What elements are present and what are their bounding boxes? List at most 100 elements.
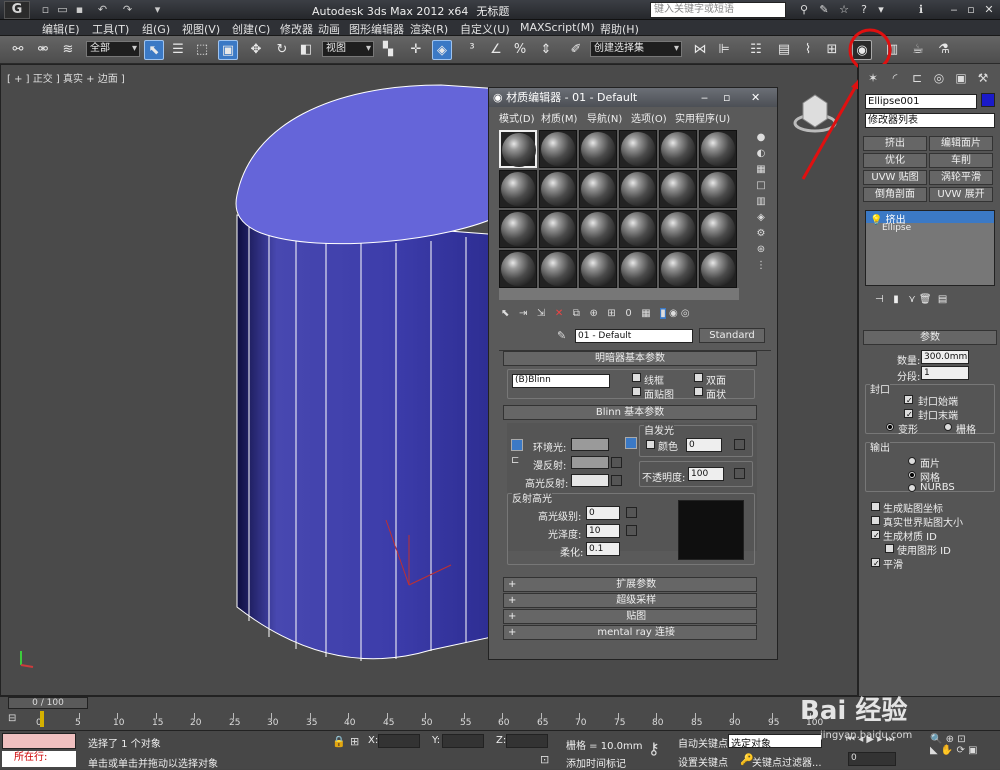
self-illum-map-button[interactable] — [734, 439, 745, 450]
ref-coord-dropdown[interactable]: 视图 — [322, 41, 374, 57]
show-map-icon[interactable]: ▦ — [641, 308, 650, 319]
render-production-icon[interactable]: ⚗ — [934, 40, 954, 60]
maxscript-listener[interactable] — [2, 733, 76, 749]
opacity-field[interactable]: 100 — [688, 467, 724, 481]
edit-named-sel-icon[interactable]: ✐ — [566, 40, 586, 60]
sample-slot[interactable] — [699, 170, 737, 208]
rendered-frame-icon[interactable]: ☕ — [908, 40, 928, 60]
layer-manager-icon[interactable]: ☷ — [746, 40, 766, 60]
field-of-view-icon[interactable]: ◣ — [930, 745, 938, 756]
menu-views[interactable]: 视图(V) — [182, 21, 220, 37]
binoculars-icon[interactable]: ⚲ — [795, 2, 813, 18]
smooth-checkbox[interactable] — [871, 558, 880, 567]
faceted-checkbox[interactable] — [694, 387, 703, 396]
uv-tiling-icon[interactable]: □ — [753, 178, 769, 194]
window-crossing-icon[interactable]: ▣ — [218, 40, 238, 60]
sample-slot[interactable] — [659, 250, 697, 288]
gloss-field[interactable]: 10 — [586, 524, 620, 538]
create-tab-icon[interactable]: ✶ — [863, 68, 883, 88]
shader-type-dropdown[interactable]: (B)Blinn — [512, 374, 610, 388]
shader-rollout-header[interactable]: 明暗器基本参数 — [503, 351, 757, 366]
pick-material-icon[interactable]: ✎ — [557, 329, 566, 342]
modifier-stack[interactable]: 💡 挤出 Ellipse — [865, 210, 995, 286]
remove-modifier-icon[interactable]: 🗑 — [919, 294, 932, 305]
show-end-result-icon[interactable]: ▮ — [893, 294, 899, 305]
app-logo-icon[interactable]: G — [4, 1, 30, 19]
sample-slot[interactable] — [699, 130, 737, 168]
mat-maximize-icon[interactable]: ▫ — [723, 88, 730, 107]
menu-edit[interactable]: 编辑(E) — [42, 21, 80, 37]
unlink-icon[interactable]: ⚮ — [33, 40, 53, 60]
gloss-map-button[interactable] — [626, 525, 637, 536]
mat-minimize-icon[interactable]: ‒ — [701, 88, 708, 107]
save-file-icon[interactable]: ▪ — [72, 3, 87, 17]
light-bulb-icon[interactable]: 💡 — [870, 215, 882, 226]
graphite-toggle-icon[interactable]: ▤ — [774, 40, 794, 60]
sample-slot[interactable] — [499, 210, 537, 248]
diffuse-map-button[interactable] — [611, 457, 622, 468]
max-toggle-icon[interactable]: ▣ — [968, 745, 977, 756]
sample-slot[interactable] — [619, 130, 657, 168]
material-type-button[interactable]: Standard — [699, 328, 765, 343]
stack-item-ellipse[interactable]: Ellipse — [866, 223, 994, 235]
pan-icon[interactable]: ✋ — [941, 745, 953, 756]
params-rollout-header[interactable]: 参数 — [863, 330, 997, 345]
lock-ambient-icon[interactable] — [625, 437, 637, 449]
location-field[interactable]: 所在行: — [2, 751, 76, 767]
wire-checkbox[interactable] — [632, 373, 641, 382]
blinn-rollout-header[interactable]: Blinn 基本参数 — [503, 405, 757, 420]
help-dropdown-icon[interactable]: ▾ — [872, 2, 890, 18]
mat-options-icon[interactable]: ⚙ — [753, 226, 769, 242]
sample-slot[interactable] — [499, 250, 537, 288]
menu-modifiers[interactable]: 修改器 — [280, 21, 313, 37]
spec-level-map-button[interactable] — [626, 507, 637, 518]
make-unique-icon[interactable]: ⋎ — [908, 294, 915, 305]
star-icon[interactable]: ☆ — [835, 2, 853, 18]
sample-slot[interactable] — [539, 210, 577, 248]
material-name-field[interactable]: 01 - Default — [575, 329, 693, 343]
undo-icon[interactable]: ↶ — [95, 3, 110, 17]
angle-snap-icon[interactable]: ∠ — [486, 40, 506, 60]
sample-slot[interactable] — [579, 130, 617, 168]
segments-field[interactable]: 1 — [921, 366, 969, 380]
sample-slot[interactable] — [579, 210, 617, 248]
time-tag-icon[interactable]: ⊡ — [540, 753, 549, 766]
get-material-icon[interactable]: ⬉ — [501, 308, 509, 319]
sample-slot[interactable] — [539, 130, 577, 168]
slots-scrollbar[interactable] — [499, 288, 739, 300]
real-world-checkbox[interactable] — [871, 516, 880, 525]
spinner-snap-icon[interactable]: ⇕ — [536, 40, 556, 60]
mat-close-icon[interactable]: ✕ — [751, 88, 760, 107]
current-frame-field[interactable]: 0 — [848, 752, 896, 766]
specular-swatch[interactable] — [571, 474, 609, 487]
morph-radio[interactable] — [886, 423, 894, 431]
menu-create[interactable]: 创建(C) — [232, 21, 270, 37]
assign-to-selection-icon[interactable]: ⇲ — [537, 308, 545, 319]
set-key-button[interactable]: 设置关键点 — [678, 754, 728, 769]
sample-slot[interactable] — [579, 170, 617, 208]
lock-selection-icon[interactable]: 🔒 — [332, 735, 346, 748]
object-name-field[interactable]: Ellipse001 — [865, 94, 977, 109]
go-to-parent-icon[interactable]: ◉ — [669, 308, 678, 319]
set-key-icon[interactable]: ⚷ — [648, 739, 660, 758]
two-sided-checkbox[interactable] — [694, 373, 703, 382]
menu-group[interactable]: 组(G) — [142, 21, 170, 37]
sample-slot[interactable] — [699, 250, 737, 288]
menu-customize[interactable]: 自定义(U) — [460, 21, 510, 37]
soften-field[interactable]: 0.1 — [586, 542, 620, 556]
sample-slot[interactable] — [539, 250, 577, 288]
x-coord-field[interactable] — [378, 734, 420, 748]
quick-access-dropdown-icon[interactable]: ▾ — [150, 3, 165, 17]
lock-diffuse-specular-icon[interactable]: ⊏ — [511, 455, 523, 467]
mod-btn-uvw-map[interactable]: UVW 贴图 — [863, 170, 927, 185]
ambient-swatch[interactable] — [571, 438, 609, 451]
move-icon[interactable]: ✥ — [246, 40, 266, 60]
cap-end-checkbox[interactable] — [904, 409, 913, 418]
object-color-swatch[interactable] — [981, 93, 995, 107]
mat-menu-options[interactable]: 选项(O) — [631, 110, 667, 125]
new-file-icon[interactable]: ▫ — [38, 3, 53, 17]
redo-icon[interactable]: ↷ — [120, 3, 135, 17]
mat-effects-channel-icon[interactable]: 0 — [625, 308, 631, 319]
spec-level-field[interactable]: 0 — [586, 506, 620, 520]
background-icon[interactable]: ▦ — [753, 162, 769, 178]
